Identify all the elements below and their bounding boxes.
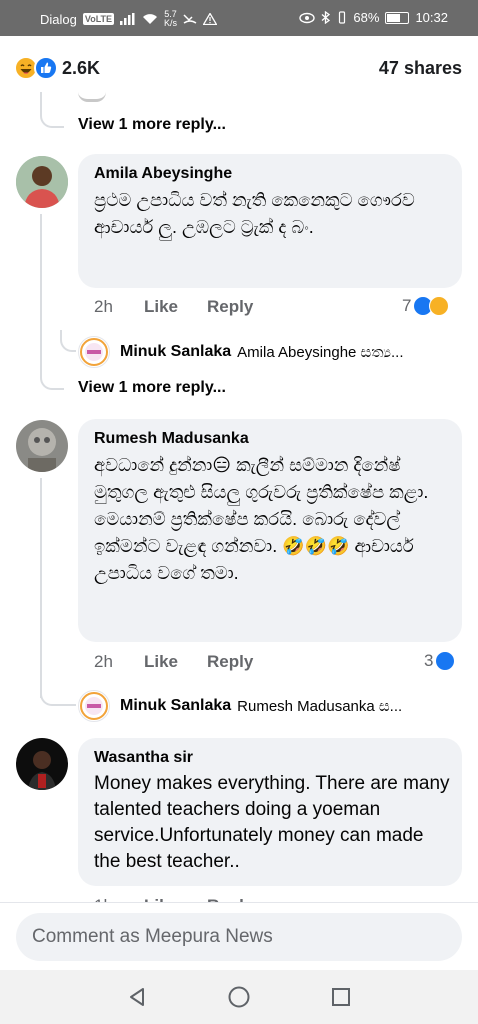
page-logo-icon — [80, 692, 108, 720]
status-left: Dialog VoLTE 5.7 K/s — [40, 10, 218, 28]
reply-author[interactable]: Minuk Sanlaka — [120, 343, 231, 361]
signal-icon — [120, 13, 135, 25]
recents-square-icon — [332, 988, 350, 1006]
battery-icon — [385, 11, 410, 24]
network-speed: 5.7 K/s — [164, 10, 177, 28]
avatar[interactable] — [16, 738, 68, 790]
home-circle-icon — [228, 986, 250, 1008]
comment-actions: 2h Like Reply — [94, 652, 253, 672]
speed-unit: K/s — [164, 18, 178, 28]
recents-button[interactable] — [326, 982, 356, 1012]
comment-time: 2h — [94, 652, 113, 671]
thread-connector — [60, 330, 76, 352]
reply-preview[interactable]: Minuk Sanlaka Rumesh Madusanka ස... — [78, 690, 448, 722]
thread-line — [40, 214, 42, 364]
comment-reaction-count: 3 — [424, 651, 434, 670]
comment-time: 2h — [94, 297, 113, 316]
comment-reaction-count: 7 — [402, 296, 412, 315]
bluetooth-icon — [321, 11, 331, 24]
reply-button[interactable]: Reply — [207, 652, 253, 672]
reply-text: Rumesh Madusanka ස... — [237, 697, 403, 715]
thread-connector — [40, 362, 64, 390]
system-nav-bar — [0, 970, 478, 1024]
reply-author[interactable]: Minuk Sanlaka — [120, 697, 231, 715]
comment-author[interactable]: Wasantha sir — [94, 747, 450, 768]
comment-author[interactable]: Amila Abeysinghe — [94, 163, 450, 184]
vibrate-icon — [339, 11, 346, 24]
comment-text: අවධානේ දුන්නා😑 කැලීන් සම්මාන දිනේෂ් මුතු… — [94, 455, 429, 583]
comment-author[interactable]: Rumesh Madusanka — [94, 428, 450, 449]
reaction-icons — [14, 56, 60, 80]
wifi-icon — [143, 14, 158, 24]
eye-icon — [299, 12, 316, 23]
comment-reactions[interactable]: 3 — [424, 651, 456, 671]
page-logo-icon — [80, 338, 108, 366]
shares-count[interactable]: 47 shares — [379, 58, 462, 79]
comment-composer — [0, 902, 478, 970]
reactions-summary[interactable]: 2.6K 47 shares — [0, 44, 478, 90]
reply-preview[interactable]: Minuk Sanlaka Amila Abeysinghe සත්‍ය... — [78, 336, 448, 368]
avatar — [78, 336, 110, 368]
like-button[interactable]: Like — [144, 652, 207, 672]
profile-photo-icon — [16, 420, 68, 472]
thread-connector — [40, 676, 76, 706]
haha-reaction-icon — [429, 296, 450, 316]
comment-text: ප්‍රථම උපාධිය වත් නැති කෙනෙකුට ගෞරව ආචාර… — [94, 190, 415, 237]
back-button[interactable] — [122, 982, 152, 1012]
cut-off-avatar — [78, 92, 106, 102]
like-button[interactable]: Like — [144, 297, 207, 317]
reply-button[interactable]: Reply — [207, 297, 253, 317]
volte-badge: VoLTE — [82, 13, 115, 25]
status-bar: Dialog VoLTE 5.7 K/s 68% 10:32 — [0, 0, 478, 36]
avatar[interactable] — [16, 156, 68, 208]
clock: 10:32 — [415, 10, 448, 25]
back-triangle-icon — [130, 988, 144, 1006]
battery-percent: 68% — [353, 10, 380, 25]
profile-photo-icon — [16, 156, 68, 208]
missed-call-icon — [183, 14, 197, 24]
view-more-replies-link[interactable]: View 1 more reply... — [78, 379, 226, 397]
status-right: 68% 10:32 — [299, 10, 448, 25]
thread-line — [40, 478, 42, 698]
comment-text: Money makes everything. There are many t… — [94, 773, 450, 872]
like-reaction-icon — [34, 56, 58, 80]
view-more-replies-link[interactable]: View 1 more reply... — [78, 116, 226, 134]
home-button[interactable] — [224, 982, 254, 1012]
battery-fill — [387, 13, 401, 22]
comment-bubble[interactable]: Rumesh Madusanka අවධානේ දුන්නා😑 කැලීන් ස… — [78, 419, 462, 642]
reply-text: Amila Abeysinghe සත්‍ය... — [237, 343, 404, 361]
like-reaction-icon — [435, 651, 456, 671]
warning-icon — [203, 13, 218, 25]
comment-reactions[interactable]: 7 — [402, 296, 450, 316]
comment-bubble[interactable]: Wasantha sir Money makes everything. The… — [78, 738, 462, 886]
carrier-name: Dialog — [40, 11, 77, 27]
comment-bubble[interactable]: Amila Abeysinghe ප්‍රථම උපාධිය වත් නැති … — [78, 154, 462, 288]
reaction-count: 2.6K — [62, 58, 101, 78]
comment-input[interactable] — [16, 913, 462, 961]
avatar[interactable] — [16, 420, 68, 472]
comment-actions: 2h Like Reply — [94, 297, 253, 317]
avatar — [78, 690, 110, 722]
profile-photo-icon — [16, 738, 68, 790]
thread-connector — [40, 92, 64, 128]
